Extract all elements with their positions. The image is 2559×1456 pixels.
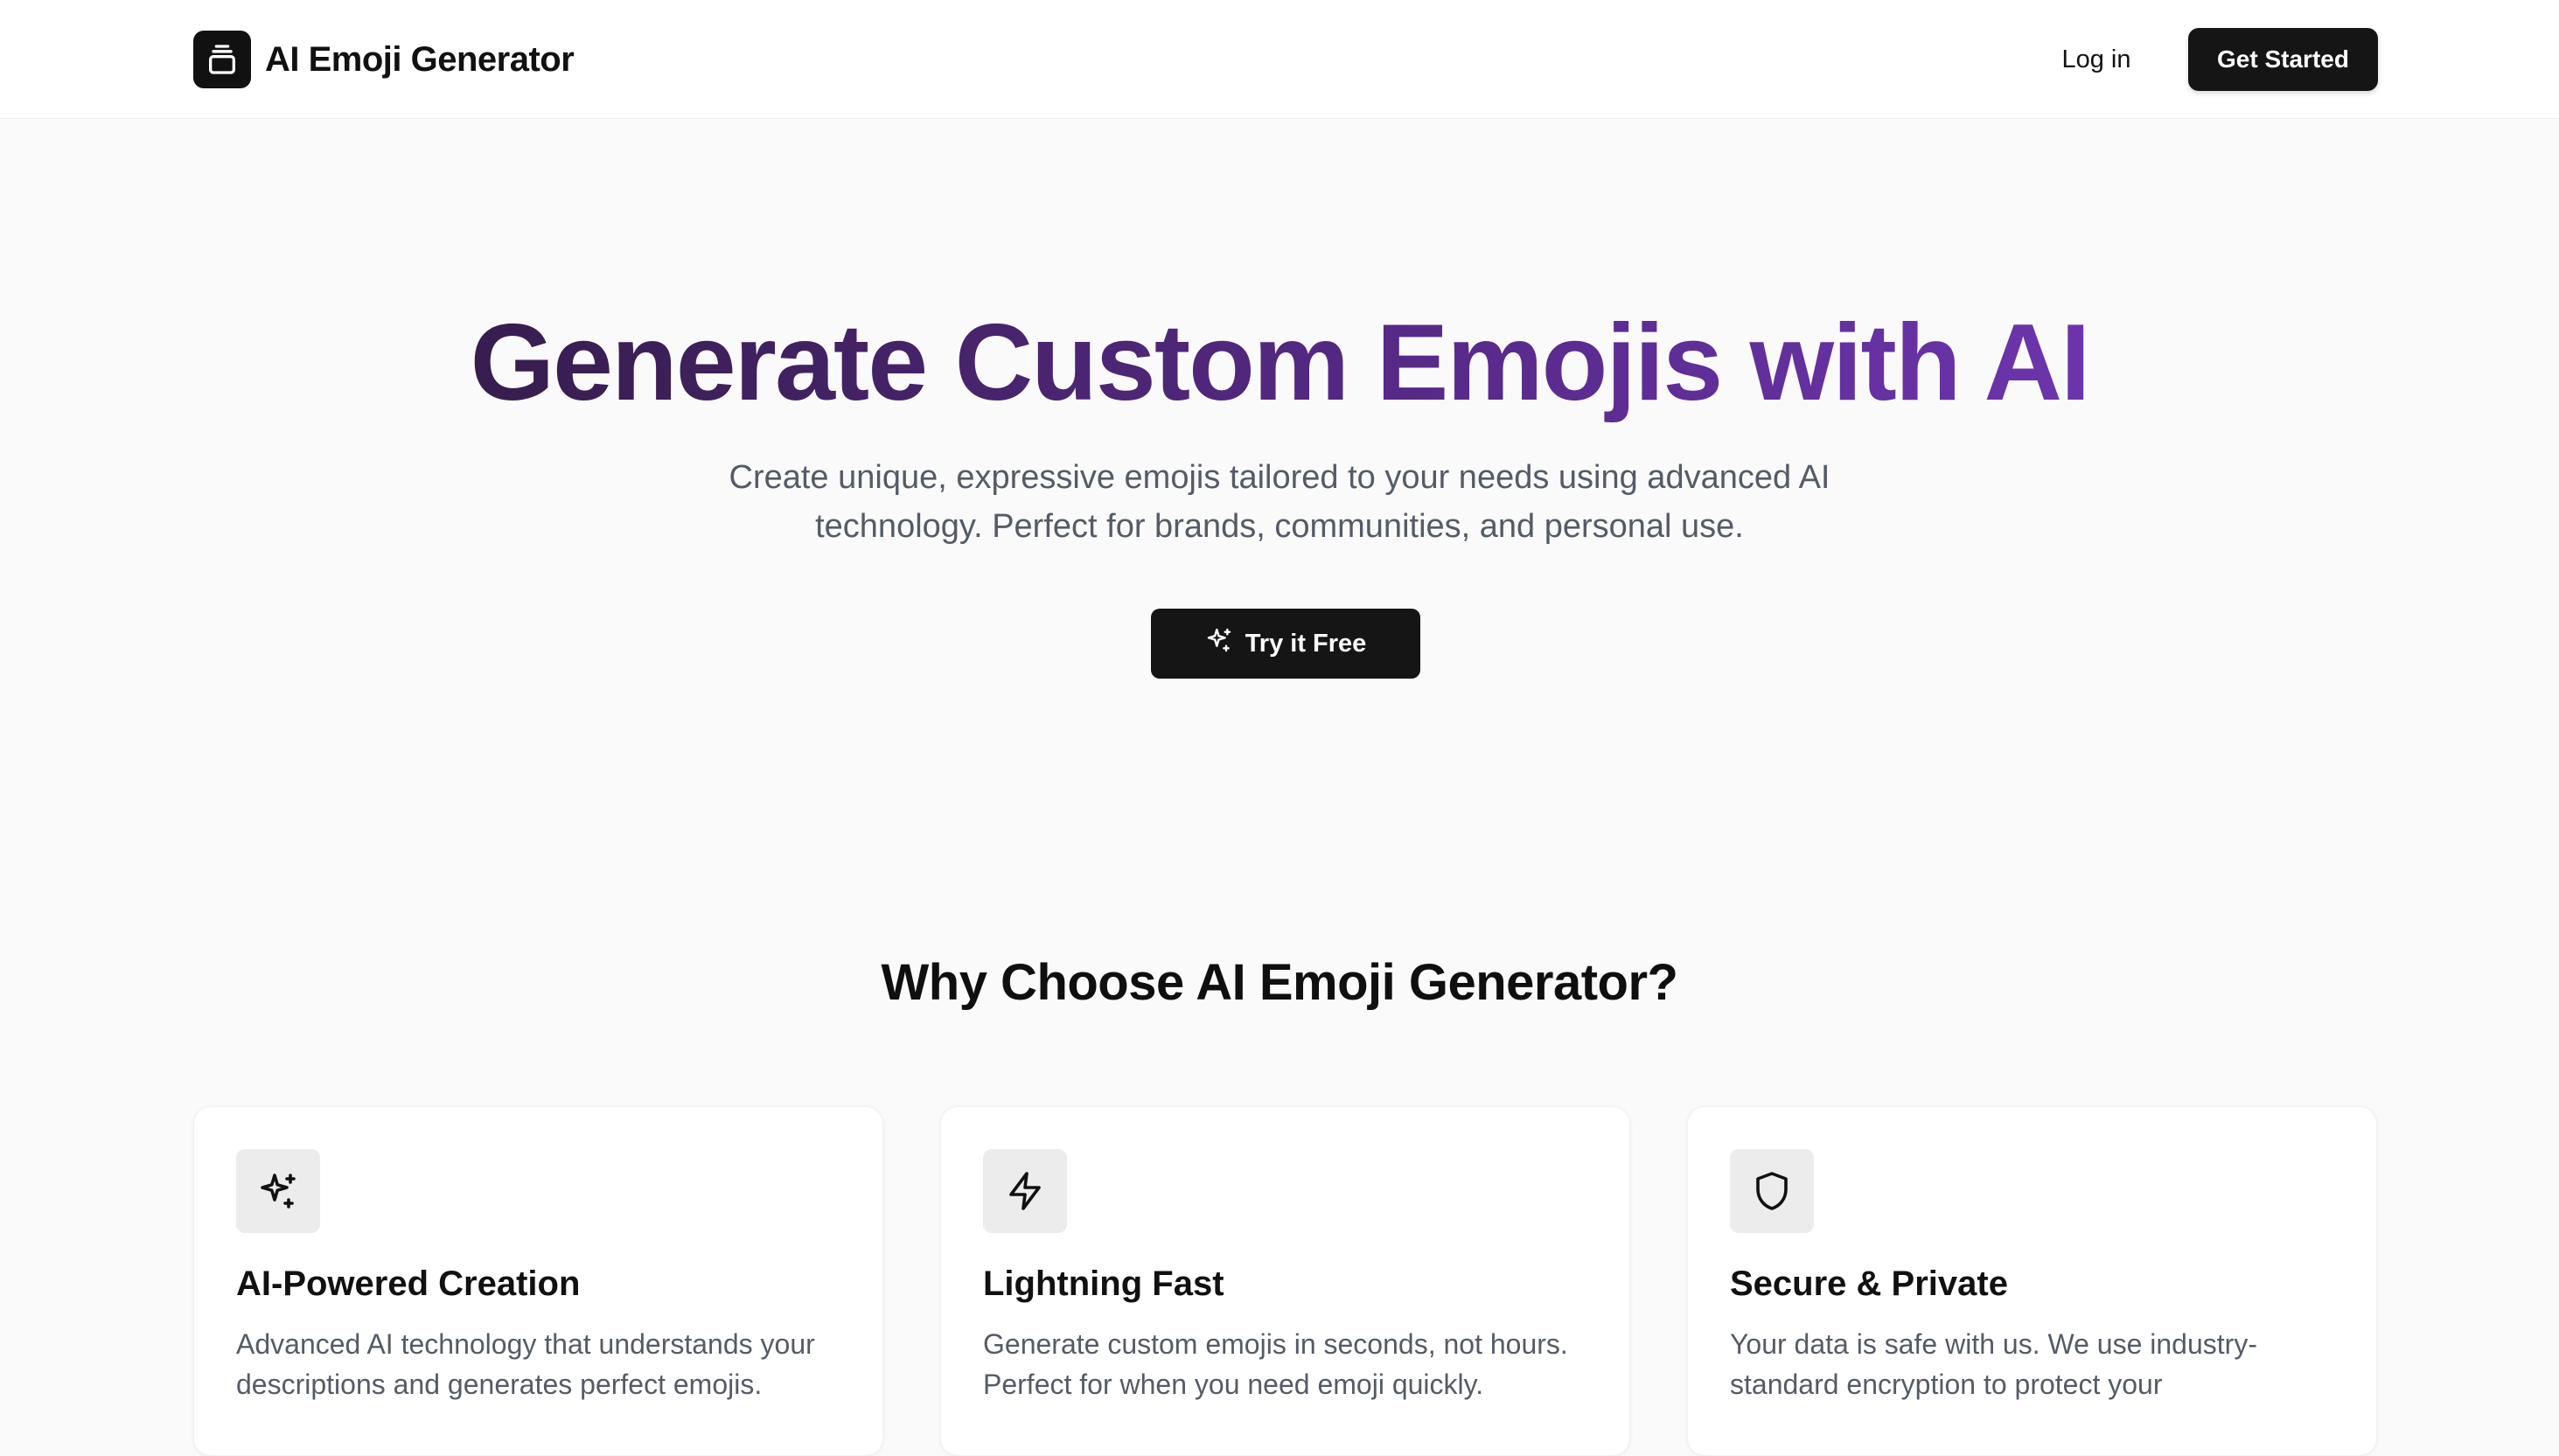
sparkles-icon bbox=[1205, 626, 1233, 661]
feature-description: Advanced AI technology that understands … bbox=[236, 1328, 815, 1400]
feature-description: Your data is safe with us. We use indust… bbox=[1730, 1328, 2257, 1400]
feature-card-lightning-fast: Lightning Fast Generate custom emojis in… bbox=[940, 1106, 1630, 1456]
feature-title: Lightning Fast bbox=[983, 1264, 1224, 1303]
brand-name: AI Emoji Generator bbox=[265, 39, 575, 79]
try-it-free-button[interactable]: Try it Free bbox=[1151, 609, 1420, 679]
feature-title: Secure & Private bbox=[1730, 1264, 2008, 1303]
top-navbar: AI Emoji Generator Log in Get Started bbox=[0, 0, 2559, 119]
hero-title-part-2: Emojis with AI bbox=[1376, 303, 2089, 423]
get-started-button[interactable]: Get Started bbox=[2188, 28, 2378, 91]
hero-title: Generate Custom Emojis with AI bbox=[0, 297, 2559, 428]
shield-icon bbox=[1730, 1149, 1814, 1233]
stack-icon bbox=[193, 31, 251, 88]
login-button[interactable]: Log in bbox=[2038, 33, 2155, 86]
try-it-free-label: Try it Free bbox=[1245, 629, 1367, 658]
feature-card-ai-powered: AI-Powered Creation Advanced AI technolo… bbox=[193, 1106, 883, 1456]
feature-card-secure-private: Secure & Private Your data is safe with … bbox=[1687, 1106, 2377, 1456]
hero-title-part-1: Generate Custom bbox=[470, 303, 1349, 423]
hero-subtitle: Create unique, expressive emojis tailore… bbox=[729, 459, 1830, 545]
feature-title: AI-Powered Creation bbox=[236, 1264, 581, 1303]
lightning-icon bbox=[983, 1149, 1067, 1233]
feature-description: Generate custom emojis in seconds, not h… bbox=[983, 1328, 1568, 1400]
features-heading: Why Choose AI Emoji Generator? bbox=[881, 954, 1678, 1011]
sparkles-icon bbox=[236, 1149, 320, 1233]
brand-logo[interactable]: AI Emoji Generator bbox=[193, 31, 575, 88]
